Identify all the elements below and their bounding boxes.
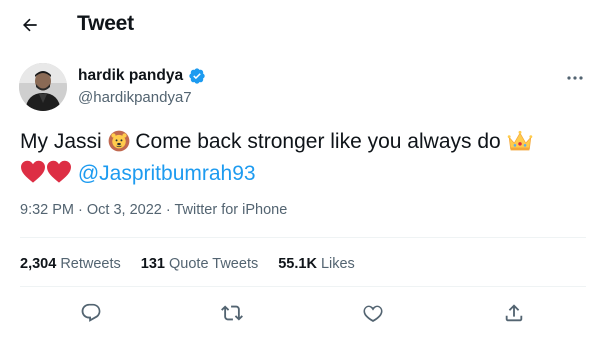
like-button[interactable] xyxy=(360,300,386,326)
lion-face-emoji xyxy=(108,130,130,160)
tweet-meta: 9:32 PM · Oct 3, 2022 · Twitter for iPho… xyxy=(20,202,287,218)
divider xyxy=(20,237,586,238)
avatar[interactable] xyxy=(19,63,67,111)
retweets-label: Retweets xyxy=(60,256,121,272)
red-heart-emoji xyxy=(20,160,46,192)
share-icon xyxy=(505,304,523,322)
likes-stat[interactable]: 55.1K Likes xyxy=(278,256,355,272)
reply-button[interactable] xyxy=(78,300,104,326)
like-icon xyxy=(363,305,383,323)
tweet-actions xyxy=(0,296,600,330)
crown-emoji xyxy=(507,130,533,160)
quote-tweets-stat[interactable]: 131 Quote Tweets xyxy=(141,256,258,272)
meta-separator: · xyxy=(74,202,87,218)
retweet-icon xyxy=(221,305,243,321)
more-options-button[interactable] xyxy=(560,68,590,88)
meta-separator: · xyxy=(161,202,175,218)
share-button[interactable] xyxy=(501,300,527,326)
tweet-text: My Jassi Come back stronger like you alw… xyxy=(20,128,590,192)
divider xyxy=(20,286,586,287)
tweet-date[interactable]: Oct 3, 2022 xyxy=(87,202,162,218)
avatar-image xyxy=(19,63,67,111)
author-display-name[interactable]: hardik pandya xyxy=(78,67,183,85)
retweets-stat[interactable]: 2,304 Retweets xyxy=(20,256,121,272)
more-horizontal-icon xyxy=(567,76,583,80)
tweet-stats: 2,304 Retweets 131 Quote Tweets 55.1K Li… xyxy=(20,256,355,272)
back-button[interactable] xyxy=(14,11,46,39)
quote-tweets-label: Quote Tweets xyxy=(169,256,259,272)
author-name-row: hardik pandya xyxy=(78,67,206,85)
mention-link[interactable]: @Jaspritbumrah93 xyxy=(78,162,256,185)
page-title: Tweet xyxy=(77,12,134,35)
back-arrow-icon xyxy=(23,18,37,32)
tweet-text-part: Come back stronger like you always do xyxy=(129,130,507,153)
page-header: Tweet xyxy=(0,0,600,50)
tweet-time[interactable]: 9:32 PM xyxy=(20,202,74,218)
author-handle[interactable]: @hardikpandya7 xyxy=(78,89,192,106)
quote-tweets-count: 131 xyxy=(140,256,165,272)
retweets-count: 2,304 xyxy=(20,256,57,272)
retweet-button[interactable] xyxy=(219,300,245,326)
reply-icon xyxy=(81,303,101,322)
red-heart-emoji xyxy=(46,160,72,192)
tweet-text-part: My Jassi xyxy=(20,130,108,153)
verified-badge-icon xyxy=(189,68,205,84)
likes-label: Likes xyxy=(320,256,355,272)
likes-count: 55.1K xyxy=(278,256,317,272)
tweet-source[interactable]: Twitter for iPhone xyxy=(174,202,287,218)
